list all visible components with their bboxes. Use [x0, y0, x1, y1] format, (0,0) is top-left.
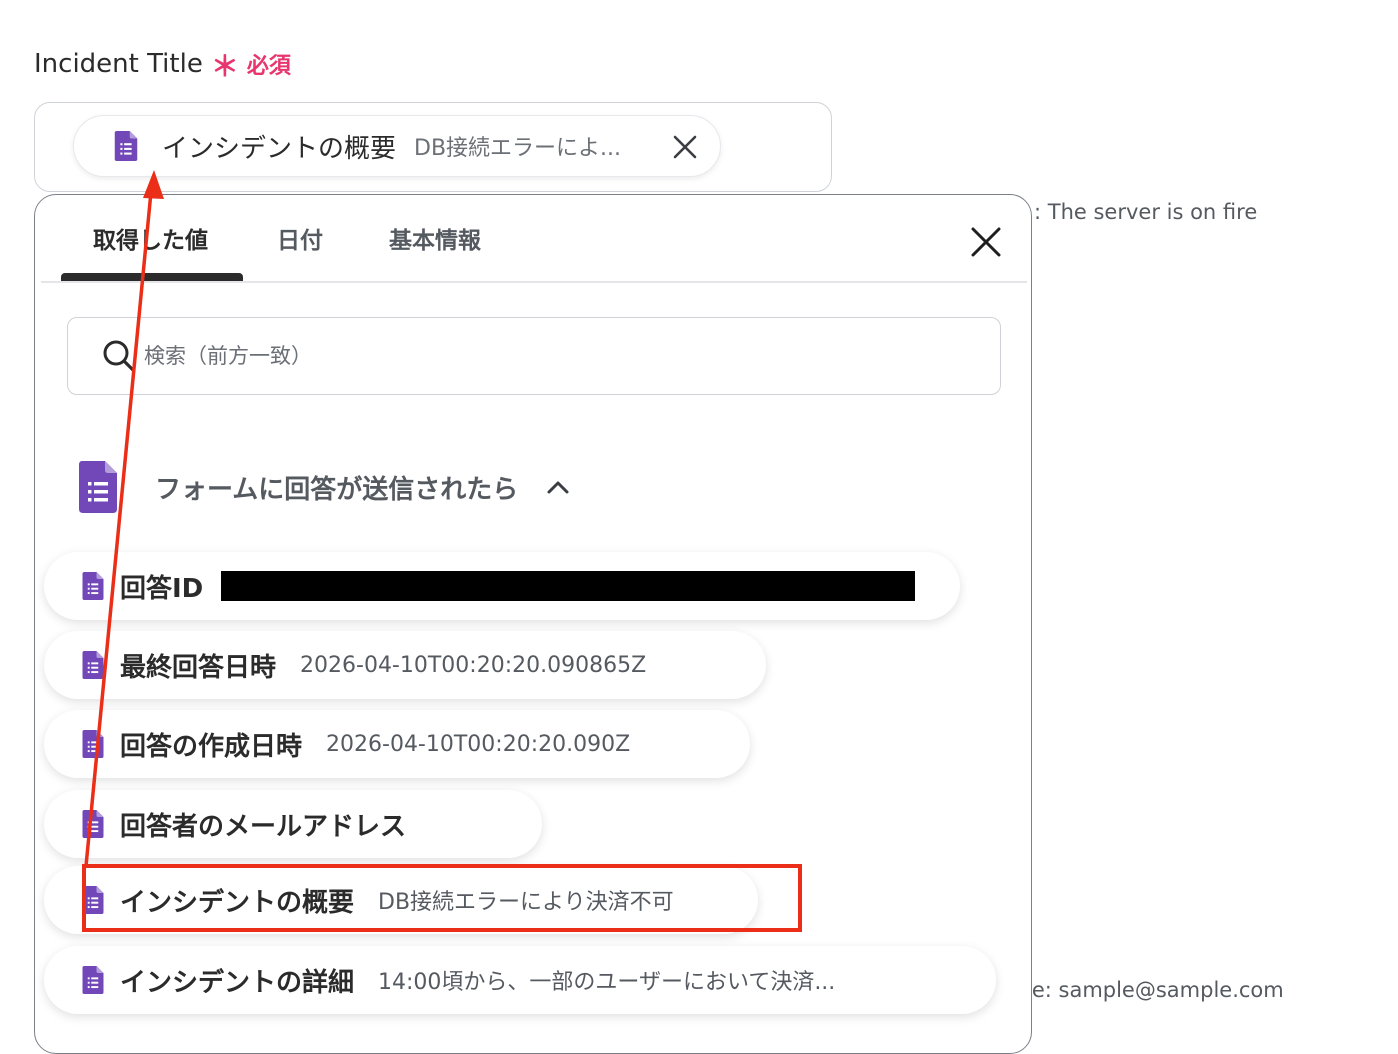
tab-divider — [41, 281, 1027, 283]
list-item-response-created-time[interactable]: 回答の作成日時 2026-04-10T00:20:20.090Z — [44, 710, 750, 778]
google-forms-icon — [82, 966, 104, 994]
item-label: 回答の作成日時 — [120, 731, 303, 762]
google-forms-icon — [82, 810, 104, 838]
tab-basic-info[interactable]: 基本情報 — [389, 221, 481, 261]
section-form-submitted[interactable]: フォームに回答が送信されたら — [79, 459, 570, 515]
list-item-last-response-time[interactable]: 最終回答日時 2026-04-10T00:20:20.090865Z — [44, 631, 766, 699]
chip-value: DB接続エラーによ... — [414, 136, 622, 161]
required-text: 必須 — [246, 54, 291, 79]
search-input[interactable] — [142, 343, 966, 369]
field-label: Incident Title ＊ 必須 — [34, 44, 291, 84]
chevron-up-icon[interactable] — [546, 479, 570, 495]
search-icon — [103, 340, 135, 372]
selected-value-chip[interactable]: インシデントの概要 DB接続エラーによ... — [73, 115, 721, 177]
incident-title-input[interactable]: インシデントの概要 DB接続エラーによ... — [34, 102, 832, 192]
search-field[interactable] — [67, 317, 1001, 395]
placeholder-hint-email: le: sample@sample.com — [1026, 978, 1284, 1002]
tab-date[interactable]: 日付 — [277, 221, 323, 261]
google-forms-icon — [82, 651, 104, 679]
section-title: フォームに回答が送信されたら — [155, 474, 519, 505]
placeholder-hint-text: : The server is on fire — [1034, 200, 1258, 224]
item-label: 回答者のメールアドレス — [120, 811, 407, 842]
list-item-incident-summary[interactable]: インシデントの概要 DB接続エラーにより決済不可 — [44, 866, 758, 934]
google-forms-icon — [82, 730, 104, 758]
list-item-respondent-email[interactable]: 回答者のメールアドレス — [44, 790, 542, 858]
list-item-incident-details[interactable]: インシデントの詳細 14:00頃から、一部のユーザーにおいて決済... — [44, 946, 996, 1014]
redacted-value — [221, 571, 916, 601]
required-asterisk: ＊ — [210, 50, 239, 83]
chip-remove-icon[interactable] — [670, 132, 700, 162]
item-label: インシデントの概要 — [120, 887, 355, 918]
active-tab-indicator — [61, 273, 243, 281]
chip-label: インシデントの概要 — [162, 133, 397, 164]
item-value: 2026-04-10T00:20:20.090865Z — [300, 652, 647, 678]
close-icon[interactable] — [969, 225, 1003, 259]
google-forms-icon — [82, 886, 104, 914]
google-forms-icon — [79, 461, 117, 513]
list-item-response-id[interactable]: 回答ID — [44, 552, 960, 620]
item-value: 2026-04-10T00:20:20.090Z — [326, 731, 631, 757]
item-label: 回答ID — [120, 573, 204, 604]
item-value: 14:00頃から、一部のユーザーにおいて決済... — [378, 970, 836, 995]
item-label: 最終回答日時 — [120, 652, 277, 683]
item-value: DB接続エラーにより決済不可 — [378, 890, 674, 915]
item-label: インシデントの詳細 — [120, 967, 355, 998]
google-forms-icon — [114, 131, 138, 161]
google-forms-icon — [82, 572, 104, 600]
field-label-text: Incident Title — [34, 49, 203, 79]
tab-fetched-values[interactable]: 取得した値 — [93, 221, 208, 261]
